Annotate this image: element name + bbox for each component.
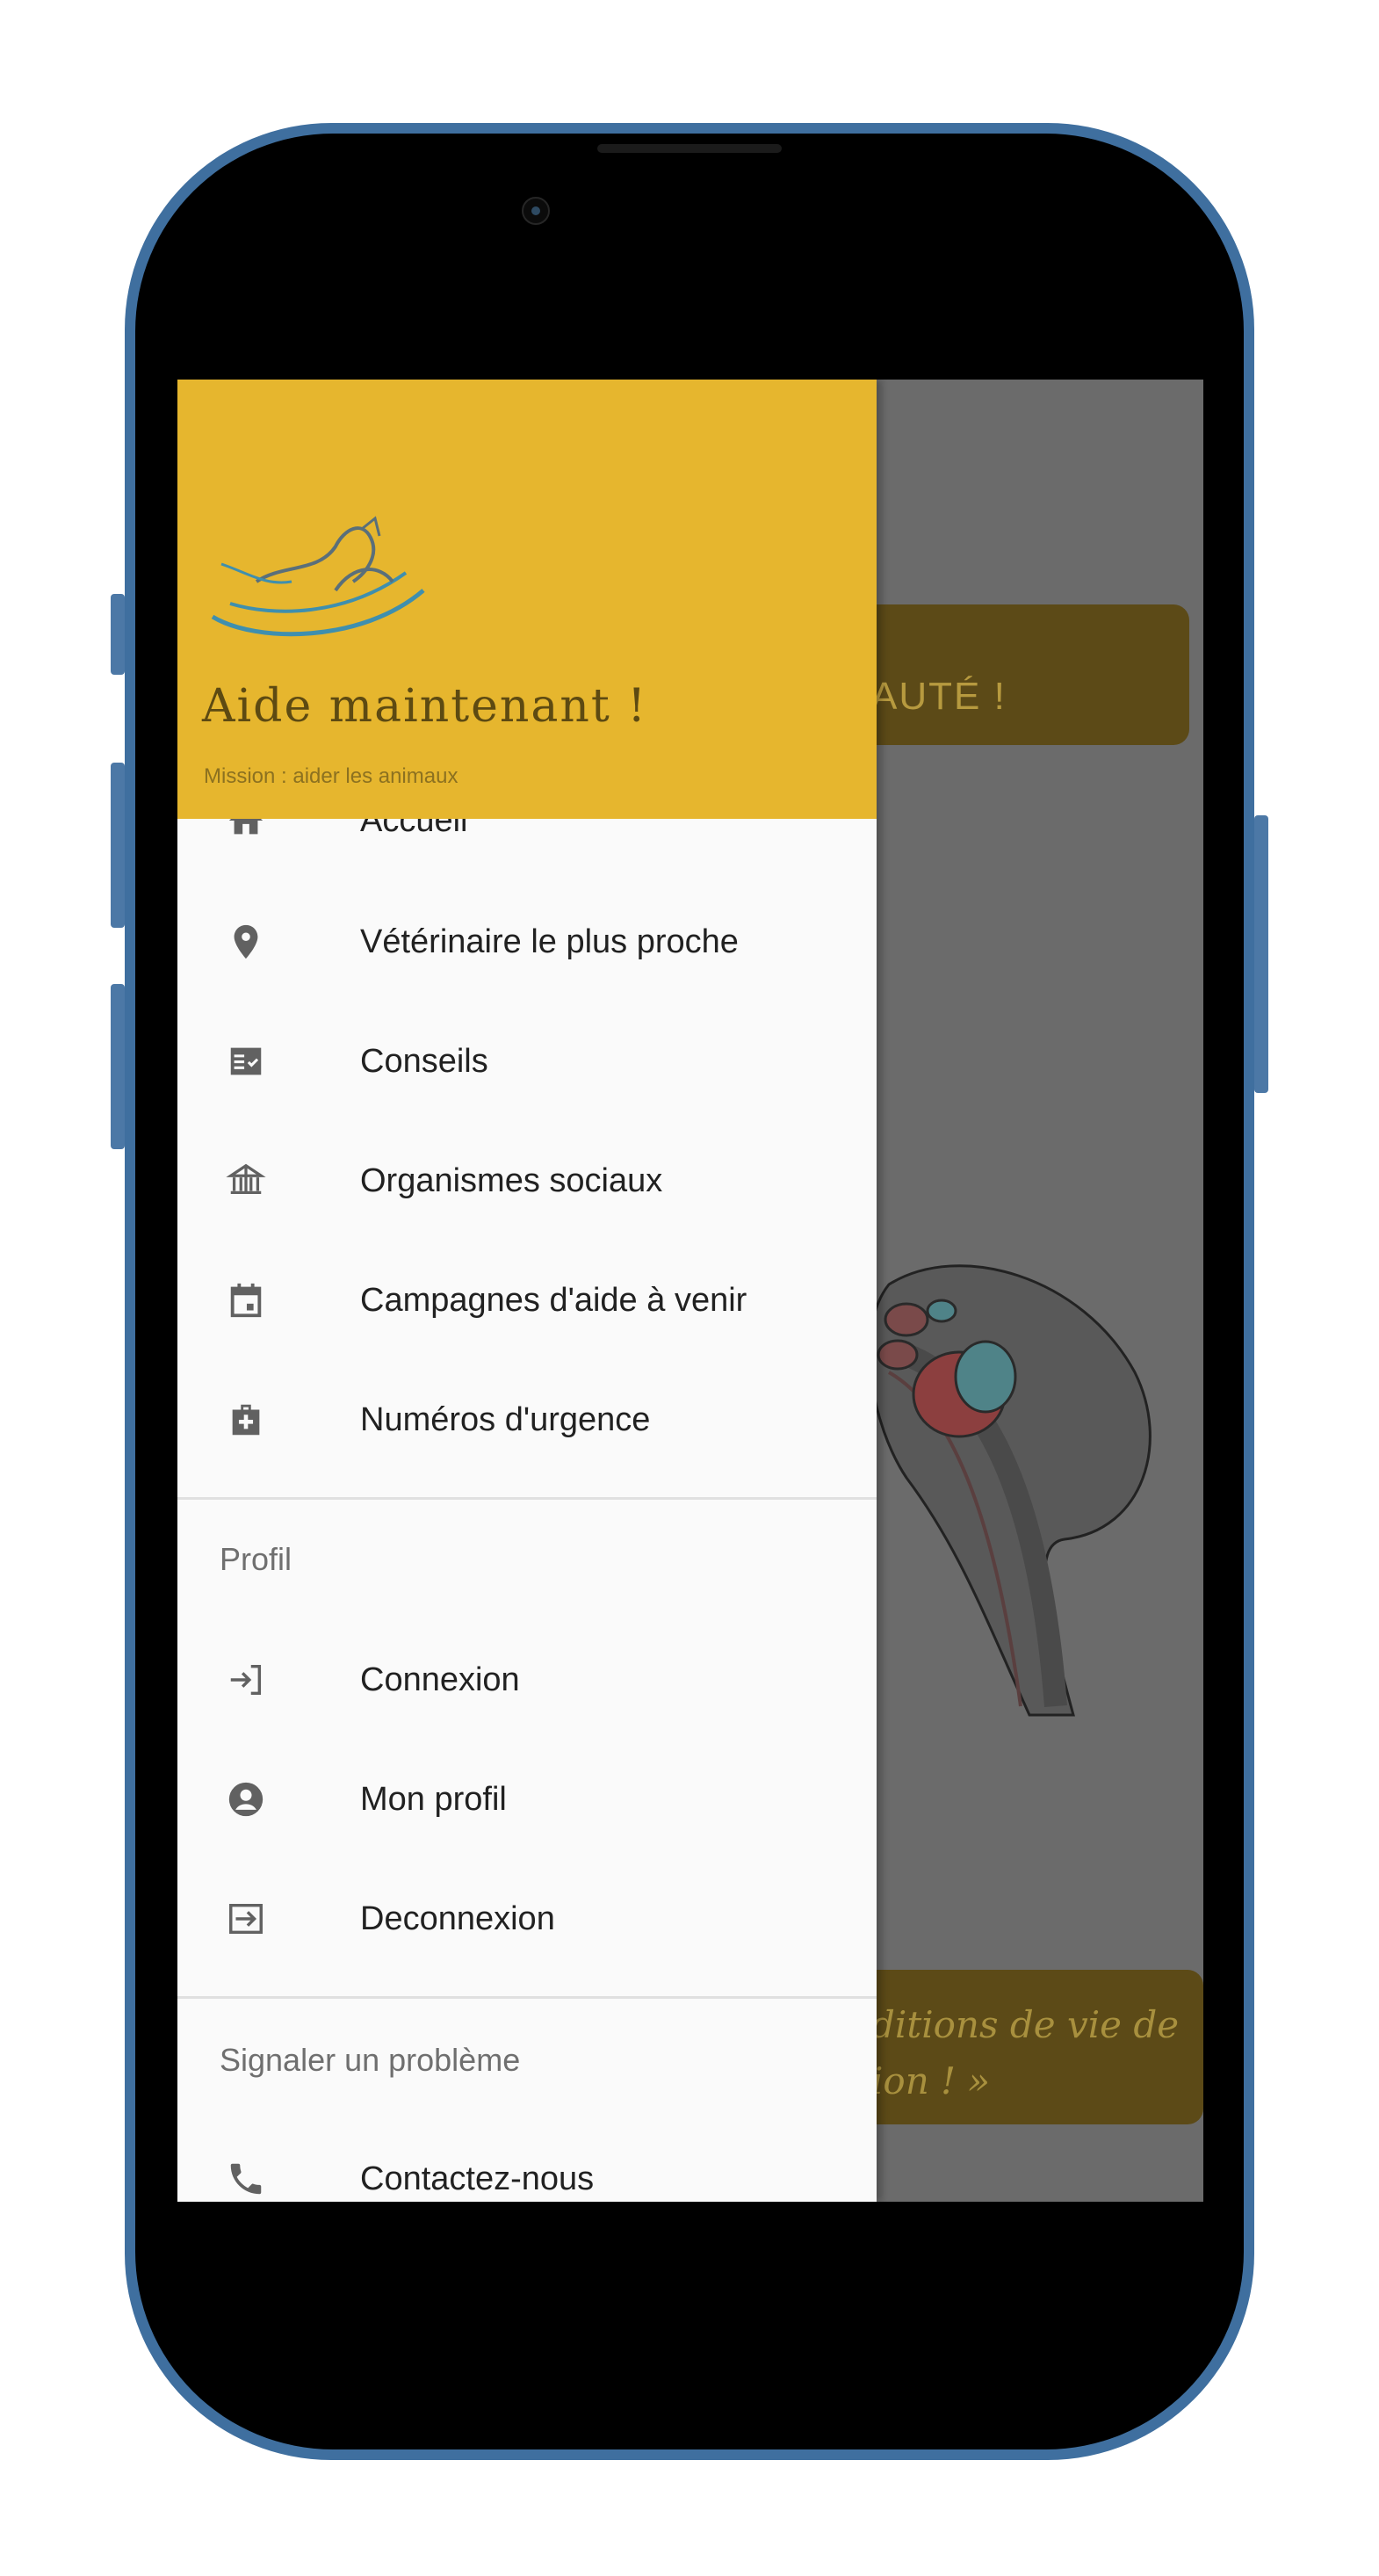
drawer-item-connexion[interactable]: Connexion (177, 1627, 877, 1733)
logout-icon (221, 1894, 271, 1943)
drawer-item-deconnexion[interactable]: Deconnexion (177, 1866, 877, 1972)
drawer-item-campagnes[interactable]: Campagnes d'aide à venir (177, 1248, 877, 1353)
volume-up-button (111, 763, 125, 928)
drawer-item-label: Contactez-nous (360, 2160, 595, 2197)
section-title-signaler: Signaler un problème (220, 2042, 521, 2078)
hand-with-animals-logo (211, 516, 425, 637)
drawer-item-label: Conseils (360, 1042, 488, 1080)
checklist-icon (221, 1037, 271, 1086)
drawer-item-veterinaire[interactable]: Vétérinaire le plus proche (177, 889, 877, 995)
drawer-header: Aide maintenant ! Mission : aider les an… (177, 380, 877, 819)
front-camera (522, 197, 550, 225)
drawer-item-mon-profil[interactable]: Mon profil (177, 1747, 877, 1852)
drawer-item-contact[interactable]: Contactez-nous (177, 2126, 877, 2202)
navigation-drawer: Aide maintenant ! Mission : aider les an… (177, 380, 877, 2202)
power-button (1254, 815, 1268, 1093)
login-icon (221, 1655, 271, 1704)
drawer-item-label: Deconnexion (360, 1899, 555, 1937)
speaker-grille (597, 144, 782, 153)
background-banner-text: AUTÉ ! (871, 675, 1007, 718)
drawer-divider (177, 1497, 877, 1500)
app-subtitle: Mission : aider les animaux (204, 764, 458, 788)
social-organization-icon (221, 1156, 271, 1205)
section-title-profil: Profil (220, 1541, 292, 1577)
drawer-item-label: Connexion (360, 1661, 520, 1698)
paw-illustration (868, 1264, 1152, 1717)
location-pin-icon (221, 917, 271, 966)
background-quote-line2: ion ! » (871, 2059, 991, 2102)
calendar-icon (221, 1276, 271, 1325)
background-quote-line1: ditions de vie de (871, 2003, 1180, 2046)
drawer-item-label: Vétérinaire le plus proche (360, 923, 739, 960)
drawer-item-label: Campagnes d'aide à venir (360, 1281, 747, 1319)
drawer-item-label: Mon profil (360, 1780, 507, 1818)
account-circle-icon (221, 1775, 271, 1824)
volume-down-button (111, 984, 125, 1149)
drawer-item-conseils[interactable]: Conseils (177, 1009, 877, 1114)
medical-kit-icon (221, 1395, 271, 1444)
drawer-item-urgence[interactable]: Numéros d'urgence (177, 1367, 877, 1473)
silent-switch (111, 594, 125, 675)
phone-icon (221, 2154, 271, 2202)
app-title: Aide maintenant ! (202, 680, 648, 733)
drawer-item-label: Organismes sociaux (360, 1161, 663, 1199)
drawer-item-label: Numéros d'urgence (360, 1400, 651, 1438)
drawer-item-organismes[interactable]: Organismes sociaux (177, 1128, 877, 1234)
app-screen: AUTÉ ! ditions de vie de ion ! » Aide ma… (177, 380, 1203, 2202)
drawer-divider (177, 1996, 877, 1999)
